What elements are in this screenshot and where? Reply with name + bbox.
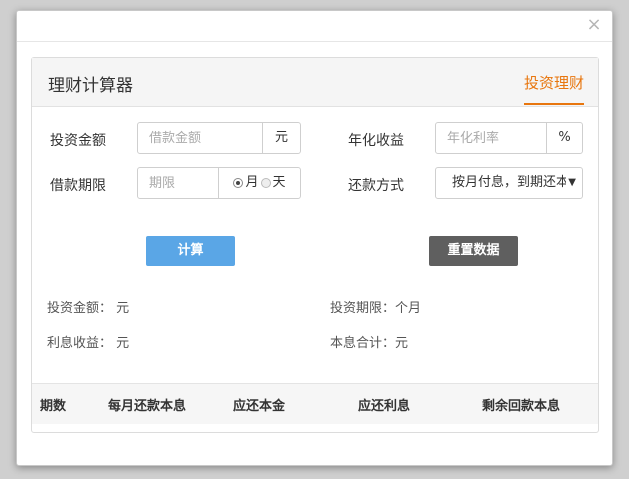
chevron-down-icon: ▼ [566,168,576,198]
th-principal: 应还本金 [233,399,286,414]
radio-day-label: 天 [272,175,286,190]
reset-button[interactable]: 重置数据 [429,236,518,266]
rate-input[interactable] [436,123,546,153]
tab-investment[interactable]: 投资理财 [523,72,584,105]
amount-input-group: 元 [137,122,301,154]
rate-unit: % [546,123,582,153]
radio-month[interactable] [233,178,244,188]
dialog-header: × [17,11,612,42]
summary-amount: 投资金额： 元 [47,301,130,316]
th-remaining: 剩余回款本息 [482,399,561,414]
th-interest: 应还利息 [358,399,411,414]
repay-label: 还款方式 [348,178,404,194]
rate-input-group: % [435,122,583,154]
summary-interest: 利息收益： 元 [47,336,130,351]
term-unit-radios: 月 天 [218,168,300,198]
calculate-button[interactable]: 计算 [146,236,235,266]
amount-input[interactable] [138,123,262,153]
term-label: 借款期限 [50,178,106,194]
summary-period: 投资期限：个月 [330,301,422,316]
amount-unit: 元 [262,123,300,153]
th-monthly-payment: 每月还款本息 [108,399,187,414]
repay-select[interactable]: 按月付息，到期还本 ▼ [435,167,583,199]
calculator-dialog: × 理财计算器 投资理财 投资金额 元 年化收益 % 借款期限 月 天 [16,10,613,466]
schedule-table-header: 期数 每月还款本息 应还本金 应还利息 剩余回款本息 [32,383,598,424]
radio-day[interactable] [260,178,271,188]
amount-label: 投资金额 [50,133,106,149]
term-input-group: 月 天 [137,167,301,199]
th-period: 期数 [40,399,67,414]
summary-total: 本息合计：元 [330,336,409,351]
calculator-panel: 理财计算器 投资理财 投资金额 元 年化收益 % 借款期限 月 天 还款方式 [31,57,599,433]
panel-title: 理财计算器 [48,76,133,96]
repay-select-value: 按月付息，到期还本 [452,175,570,190]
radio-month-label: 月 [245,175,259,190]
term-input[interactable] [138,168,218,198]
close-icon[interactable]: × [586,16,602,34]
panel-header: 理财计算器 投资理财 [32,58,598,107]
rate-label: 年化收益 [348,133,404,149]
